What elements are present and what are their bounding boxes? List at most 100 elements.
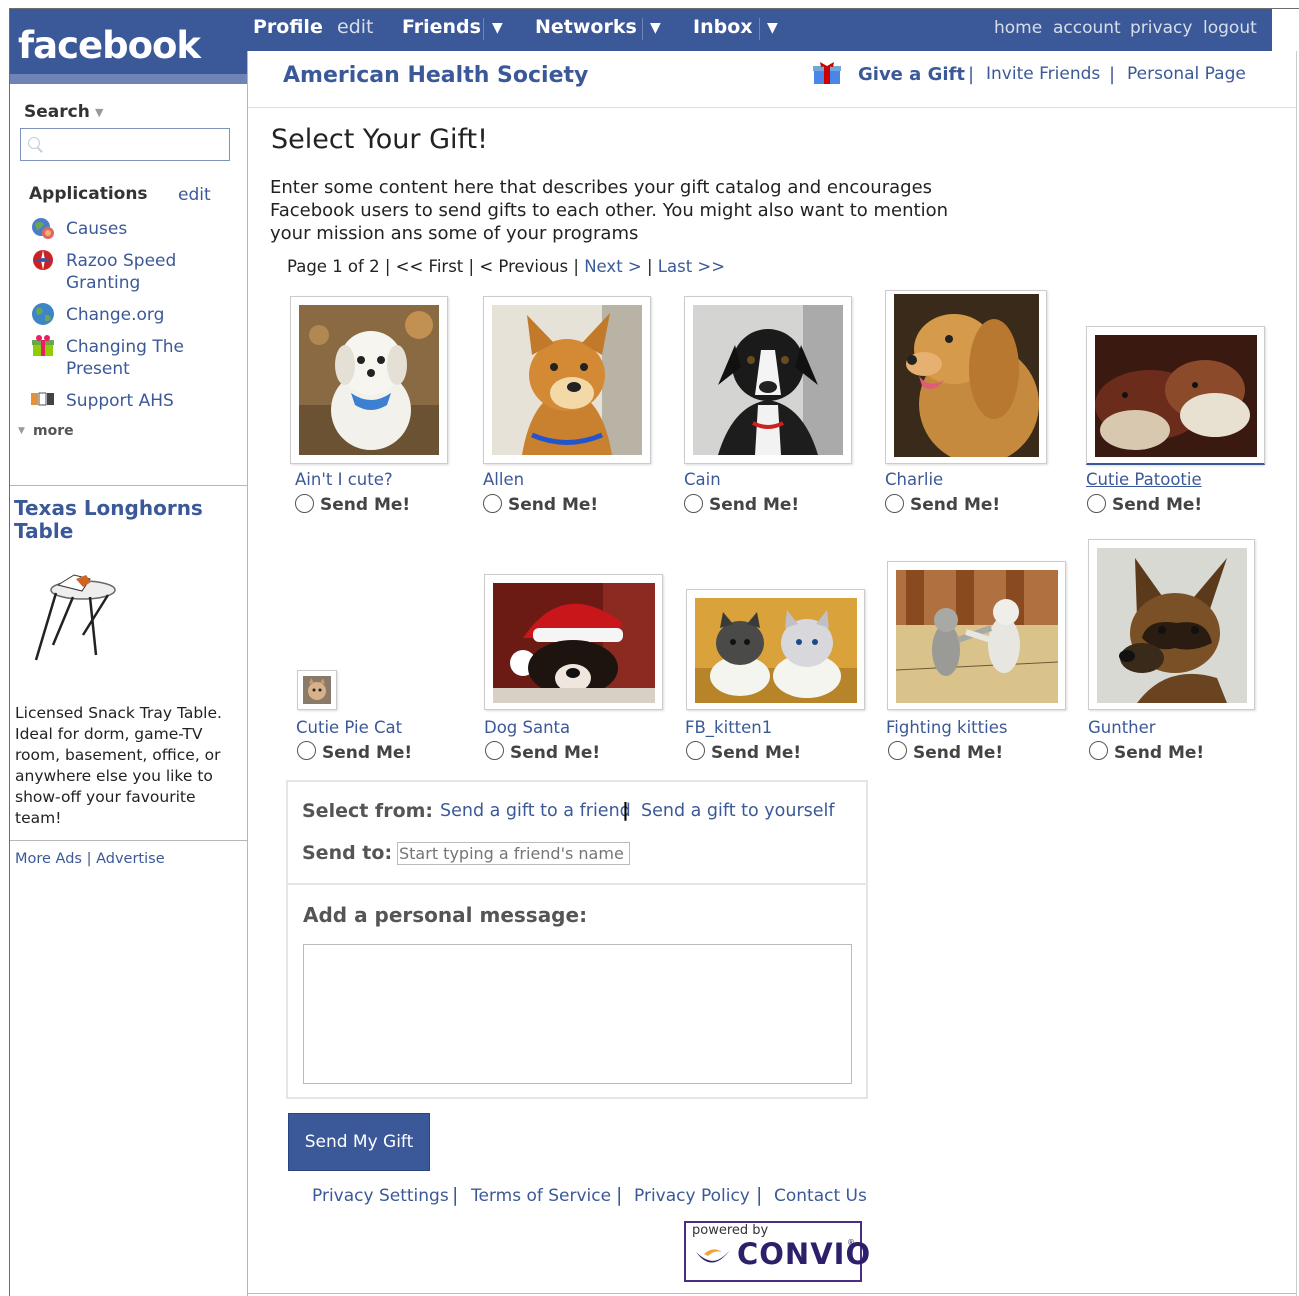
personal-page-link[interactable]: Personal Page xyxy=(1127,64,1246,84)
footer-terms-link[interactable]: Terms of Service xyxy=(471,1186,611,1206)
ad-image[interactable] xyxy=(28,565,123,665)
send-me-label[interactable]: Send Me! xyxy=(1114,743,1204,763)
personal-message-textarea[interactable] xyxy=(303,944,852,1084)
more-ads-link[interactable]: More Ads xyxy=(15,851,82,867)
pager-next-link[interactable]: Next > xyxy=(584,257,642,276)
send-to-friend-link[interactable]: Send a gift to a friend xyxy=(440,801,631,821)
gift-thumbnail[interactable] xyxy=(686,589,865,710)
sidebar-app-change-org[interactable]: Change.org xyxy=(66,304,236,326)
sidebar-app-changing-the-present[interactable]: Changing The Present xyxy=(66,336,236,380)
german-shepherd-photo xyxy=(1097,548,1247,703)
option-separator: | xyxy=(622,799,629,821)
gift-radio[interactable] xyxy=(1087,494,1106,513)
sidebar-app-razoo[interactable]: Razoo Speed Granting xyxy=(66,250,236,294)
sidebar-app-support-ahs[interactable]: Support AHS xyxy=(66,390,236,412)
footer-privacy-policy-link[interactable]: Privacy Policy xyxy=(634,1186,750,1206)
nav-logout[interactable]: logout xyxy=(1203,18,1257,38)
send-me-label[interactable]: Send Me! xyxy=(913,743,1003,763)
gift-thumbnail[interactable] xyxy=(887,561,1066,710)
footer-separator: | xyxy=(756,1184,763,1206)
header-separator: | xyxy=(1109,64,1116,85)
nav-inbox[interactable]: Inbox xyxy=(693,16,753,38)
send-me-label[interactable]: Send Me! xyxy=(1112,495,1202,515)
gift-radio[interactable] xyxy=(483,494,502,513)
footer-privacy-settings-link[interactable]: Privacy Settings xyxy=(312,1186,449,1206)
applications-edit-link[interactable]: edit xyxy=(178,185,211,205)
nav-profile-edit[interactable]: edit xyxy=(337,16,373,38)
nav-divider xyxy=(759,18,760,40)
send-me-label[interactable]: Send Me! xyxy=(508,495,598,515)
razoo-icon xyxy=(33,250,53,270)
search-input[interactable] xyxy=(20,128,230,161)
gift-thumbnail[interactable] xyxy=(297,670,337,710)
select-from-label: Select from: xyxy=(302,800,434,822)
gift-thumbnail-selected[interactable] xyxy=(1086,326,1265,465)
send-me-label[interactable]: Send Me! xyxy=(322,743,412,763)
networks-dropdown-icon[interactable]: ▼ xyxy=(650,20,661,36)
footer-contact-link[interactable]: Contact Us xyxy=(774,1186,867,1206)
gift-name[interactable]: Charlie xyxy=(885,470,943,489)
friend-name-input[interactable] xyxy=(397,842,630,865)
globe-icon xyxy=(32,303,54,325)
send-me-label[interactable]: Send Me! xyxy=(910,495,1000,515)
search-label[interactable]: Search xyxy=(24,102,90,122)
gift-thumbnail[interactable] xyxy=(1088,539,1255,710)
gift-name[interactable]: Ain't I cute? xyxy=(295,470,393,489)
orange-dog-photo xyxy=(492,305,642,455)
gift-name[interactable]: FB_kitten1 xyxy=(685,718,772,737)
frame-border xyxy=(9,8,10,1296)
gift-thumbnail[interactable] xyxy=(684,296,852,464)
gift-radio[interactable] xyxy=(297,741,316,760)
nav-privacy[interactable]: privacy xyxy=(1130,18,1192,38)
gift-name[interactable]: Allen xyxy=(483,470,524,489)
gift-radio[interactable] xyxy=(295,494,314,513)
sidebar-divider xyxy=(10,840,247,841)
send-me-label[interactable]: Send Me! xyxy=(709,495,799,515)
send-me-label[interactable]: Send Me! xyxy=(320,495,410,515)
facebook-logo[interactable]: facebook xyxy=(18,24,201,67)
gift-radio[interactable] xyxy=(686,741,705,760)
invite-friends-link[interactable]: Invite Friends xyxy=(986,64,1100,84)
app-header-divider xyxy=(248,107,1296,108)
send-to-self-link[interactable]: Send a gift to yourself xyxy=(641,801,835,821)
recipient-panel xyxy=(286,780,868,884)
send-me-label[interactable]: Send Me! xyxy=(711,743,801,763)
advertise-link[interactable]: Advertise xyxy=(96,851,165,867)
search-caret-icon[interactable]: ▼ xyxy=(95,106,103,119)
friends-dropdown-icon[interactable]: ▼ xyxy=(492,20,503,36)
gift-thumbnail[interactable] xyxy=(483,296,651,464)
gift-name[interactable]: Gunther xyxy=(1088,718,1156,737)
more-caret-icon[interactable]: ▼ xyxy=(18,426,25,436)
gift-name[interactable]: Cutie Pie Cat xyxy=(296,718,402,737)
gift-radio[interactable] xyxy=(1089,741,1108,760)
gift-radio[interactable] xyxy=(684,494,703,513)
nav-friends[interactable]: Friends xyxy=(402,16,481,38)
pager-last-link[interactable]: Last >> xyxy=(658,257,725,276)
send-gift-button[interactable]: Send My Gift xyxy=(288,1113,430,1171)
gift-name[interactable]: Cutie Patootie xyxy=(1086,470,1202,489)
sidebar-app-causes[interactable]: Causes xyxy=(66,218,236,240)
main-border xyxy=(248,1293,1296,1294)
nav-profile[interactable]: Profile xyxy=(253,16,323,38)
sidebar-divider xyxy=(10,485,247,486)
gift-thumbnail[interactable] xyxy=(290,296,448,464)
inbox-dropdown-icon[interactable]: ▼ xyxy=(767,20,778,36)
gift-radio[interactable] xyxy=(485,741,504,760)
nav-home[interactable]: home xyxy=(994,18,1042,38)
sidebar-more-link[interactable]: more xyxy=(33,423,74,439)
gift-thumbnail[interactable] xyxy=(885,290,1047,464)
nav-networks[interactable]: Networks xyxy=(535,16,637,38)
send-me-label[interactable]: Send Me! xyxy=(510,743,600,763)
applications-heading: Applications xyxy=(29,184,148,204)
gift-name[interactable]: Dog Santa xyxy=(484,718,570,737)
gift-name[interactable]: Fighting kitties xyxy=(886,718,1007,737)
ad-text: Licensed Snack Tray Table. Ideal for dor… xyxy=(15,704,222,827)
nav-account[interactable]: account xyxy=(1053,18,1121,38)
give-gift-link[interactable]: Give a Gift xyxy=(858,64,965,85)
gift-radio[interactable] xyxy=(885,494,904,513)
gift-thumbnail[interactable] xyxy=(484,574,663,710)
app-title[interactable]: American Health Society xyxy=(283,63,588,88)
gift-radio[interactable] xyxy=(888,741,907,760)
gift-name[interactable]: Cain xyxy=(684,470,721,489)
ad-title[interactable]: Texas Longhorns Table xyxy=(14,497,224,543)
